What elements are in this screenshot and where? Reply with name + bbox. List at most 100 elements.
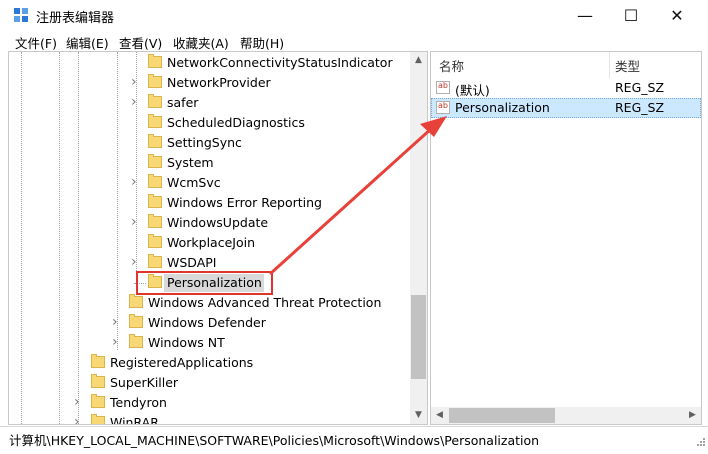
tree-item-label: Windows Advanced Threat Protection	[148, 295, 382, 310]
tree-item[interactable]: NetworkConnectivityStatusIndicator	[9, 53, 409, 73]
maximize-button[interactable]: ☐	[608, 0, 654, 31]
scroll-down-icon[interactable]: ▼	[410, 407, 427, 424]
folder-icon	[129, 314, 143, 328]
tree-item-label: Tendyron	[110, 395, 167, 410]
chevron-right-icon[interactable]: ›	[112, 315, 122, 329]
scroll-thumb[interactable]	[411, 295, 426, 379]
menu-file[interactable]: 文件(F)	[15, 33, 57, 52]
chevron-right-icon[interactable]: ›	[131, 175, 141, 189]
tree-item-label: WinRAR	[110, 415, 159, 425]
menu-bar: 文件(F) 编辑(E) 查看(V) 收藏夹(A) 帮助(H)	[0, 31, 708, 51]
tree-item-label: ScheduledDiagnostics	[167, 115, 305, 130]
tree-item[interactable]: › WinRAR	[9, 413, 409, 425]
value-row-personalization[interactable]: ab Personalization REG_SZ	[431, 98, 701, 118]
folder-icon	[148, 154, 162, 168]
menu-view[interactable]: 查看(V)	[119, 33, 162, 52]
string-value-icon: ab	[436, 81, 450, 94]
registry-editor-icon	[14, 8, 30, 24]
tree-item[interactable]: › Windows NT	[9, 333, 409, 353]
scroll-right-icon[interactable]: ▶	[684, 407, 701, 424]
value-name: (默认)	[455, 83, 490, 98]
tree-item-label: RegisteredApplications	[110, 355, 254, 370]
highlight-box	[136, 271, 273, 295]
registry-tree[interactable]: NetworkConnectivityStatusIndicator › Netwo…	[8, 51, 428, 425]
scroll-up-icon[interactable]: ▲	[410, 52, 427, 69]
value-name: Personalization	[455, 100, 550, 115]
tree-item-label: WSDAPI	[167, 255, 217, 270]
folder-icon	[91, 374, 105, 388]
chevron-right-icon[interactable]: ›	[131, 215, 141, 229]
chevron-right-icon[interactable]: ›	[74, 395, 84, 409]
tree-item[interactable]: › Windows Defender	[9, 313, 409, 333]
folder-icon	[148, 254, 162, 268]
status-bar: 计算机\HKEY_LOCAL_MACHINE\SOFTWARE\Policies…	[0, 426, 708, 449]
tree-item[interactable]: System	[9, 153, 409, 173]
folder-icon	[91, 354, 105, 368]
folder-icon	[148, 94, 162, 108]
chevron-right-icon[interactable]: ›	[131, 75, 141, 89]
chevron-right-icon[interactable]: ›	[131, 255, 141, 269]
tree-item-label: Windows NT	[148, 335, 225, 350]
close-button[interactable]: ✕	[654, 0, 700, 31]
tree-item-label: WindowsUpdate	[167, 215, 269, 230]
tree-item-label: Windows Defender	[148, 315, 266, 330]
minimize-button[interactable]: —	[562, 0, 608, 31]
tree-item[interactable]: › safer	[9, 93, 409, 113]
tree-item[interactable]: › WcmSvc	[9, 173, 409, 193]
column-separator[interactable]	[609, 52, 610, 78]
tree-item-label: SettingSync	[167, 135, 242, 150]
menu-help[interactable]: 帮助(H)	[240, 33, 284, 52]
folder-icon	[148, 234, 162, 248]
tree-item[interactable]: SuperKiller	[9, 373, 409, 393]
menu-favorites[interactable]: 收藏夹(A)	[173, 33, 229, 52]
window-title: 注册表编辑器	[36, 11, 115, 26]
chevron-right-icon[interactable]: ›	[131, 95, 141, 109]
tree-item-label: NetworkProvider	[167, 75, 271, 90]
folder-icon	[148, 114, 162, 128]
tree-item[interactable]: RegisteredApplications	[9, 353, 409, 373]
value-type: REG_SZ	[615, 100, 665, 115]
folder-icon	[148, 194, 162, 208]
tree-item-label: NetworkConnectivityStatusIndicator	[167, 55, 393, 70]
string-value-icon: ab	[436, 101, 450, 114]
folder-icon	[129, 294, 143, 308]
value-row-default[interactable]: ab (默认) REG_SZ	[431, 78, 701, 98]
tree-item-label: WcmSvc	[167, 175, 221, 190]
resize-grip-icon[interactable]	[695, 436, 705, 446]
folder-icon	[129, 334, 143, 348]
chevron-right-icon[interactable]: ›	[74, 415, 84, 424]
tree-item[interactable]: WorkplaceJoin	[9, 233, 409, 253]
tree-item[interactable]: › WindowsUpdate	[9, 213, 409, 233]
tree-item-label: SuperKiller	[110, 375, 179, 390]
menu-edit[interactable]: 编辑(E)	[66, 33, 109, 52]
folder-icon	[148, 214, 162, 228]
value-type: REG_SZ	[615, 80, 665, 95]
scroll-left-icon[interactable]: ◀	[431, 407, 448, 424]
tree-item[interactable]: › WSDAPI	[9, 253, 409, 273]
tree-item[interactable]: Windows Error Reporting	[9, 193, 409, 213]
tree-item[interactable]: SettingSync	[9, 133, 409, 153]
folder-icon	[148, 54, 162, 68]
registry-path: 计算机\HKEY_LOCAL_MACHINE\SOFTWARE\Policies…	[9, 433, 540, 448]
tree-item-label: WorkplaceJoin	[167, 235, 256, 250]
tree-item[interactable]: Windows Advanced Threat Protection	[9, 293, 409, 313]
tree-item-label: System	[167, 155, 214, 170]
vertical-scrollbar[interactable]: ▲ ▼	[410, 52, 427, 424]
folder-icon	[91, 414, 105, 424]
tree-item[interactable]: › NetworkProvider	[9, 73, 409, 93]
tree-item-label: Windows Error Reporting	[167, 195, 322, 210]
tree-item[interactable]: ScheduledDiagnostics	[9, 113, 409, 133]
column-type-header[interactable]: 类型	[615, 56, 640, 75]
title-bar: 注册表编辑器 — ☐ ✕	[0, 0, 708, 31]
column-name-header[interactable]: 名称	[439, 56, 464, 75]
horizontal-scrollbar[interactable]: ◀ ▶	[431, 407, 701, 424]
folder-icon	[148, 174, 162, 188]
values-pane[interactable]: 名称 类型 ab (默认) REG_SZ ab Personalization …	[430, 51, 702, 425]
scroll-thumb[interactable]	[449, 408, 555, 423]
chevron-right-icon[interactable]: ›	[112, 335, 122, 349]
folder-icon	[91, 394, 105, 408]
folder-icon	[148, 134, 162, 148]
tree-item-label: safer	[167, 95, 199, 110]
folder-icon	[148, 74, 162, 88]
tree-item[interactable]: › Tendyron	[9, 393, 409, 413]
